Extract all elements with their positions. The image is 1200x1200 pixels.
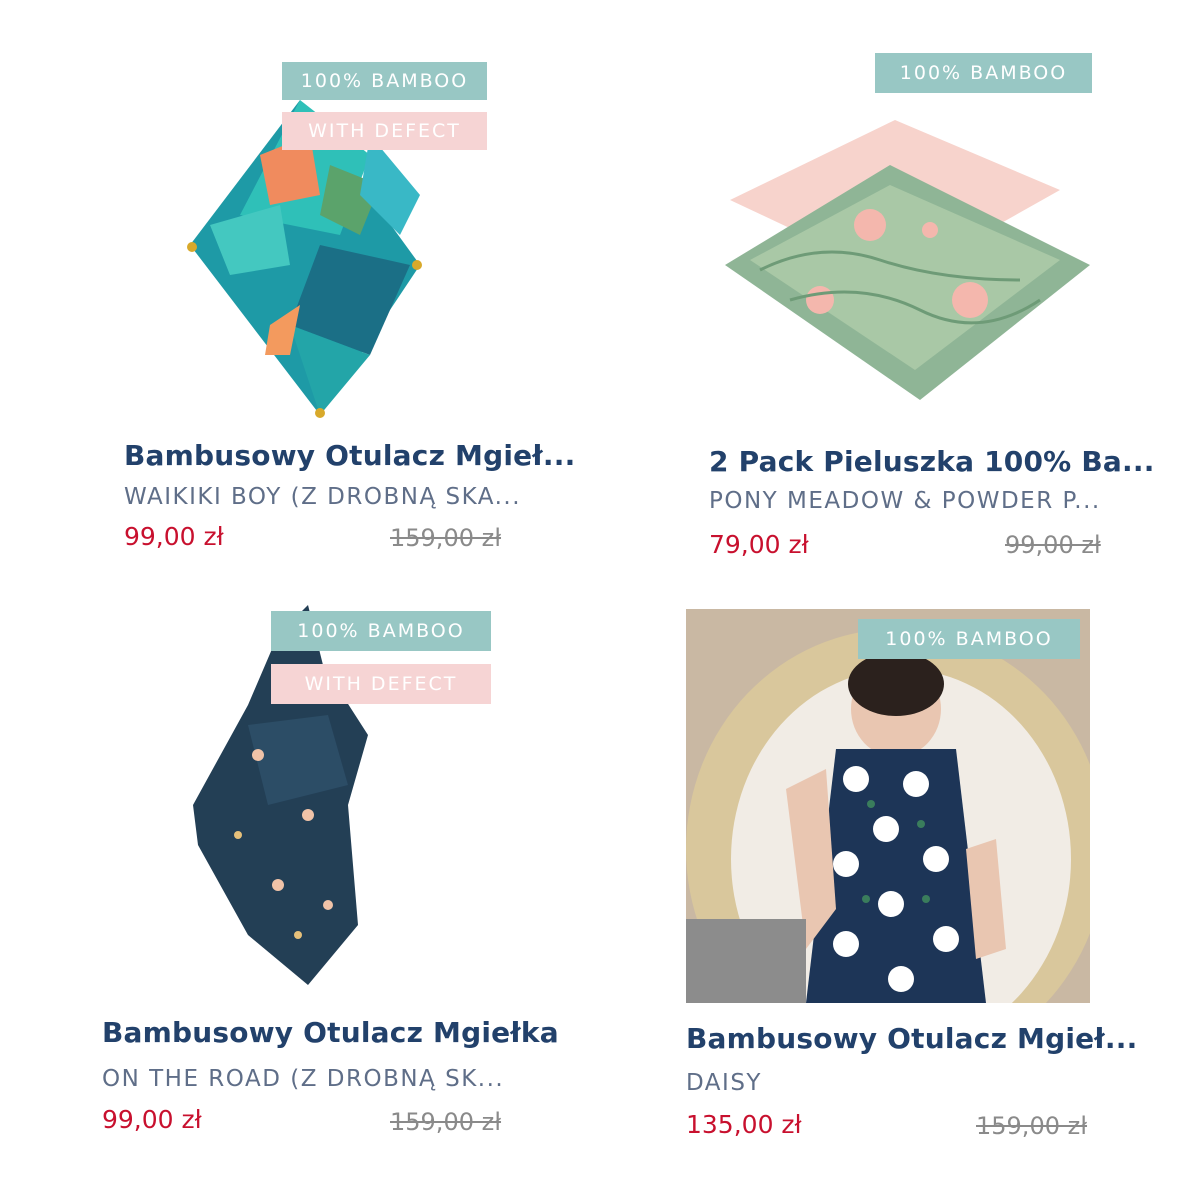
product-card-2[interactable]: 100% BAMBOO 2 Pack Pieluszka 100% Ba... …: [600, 0, 1200, 600]
badge-with-defect: WITH DEFECT: [282, 112, 487, 150]
product-price: 135,00 zł: [686, 1110, 802, 1139]
product-variant: WAIKIKI BOY (Z DROBNĄ SKA...: [124, 484, 522, 510]
product-price: 99,00 zł: [102, 1105, 202, 1134]
product-price: 99,00 zł: [124, 522, 224, 551]
product-variant: DAISY: [686, 1070, 762, 1096]
product-old-price: 159,00 zł: [390, 1108, 502, 1136]
product-image-2[interactable]: [720, 110, 1095, 410]
product-variant: PONY MEADOW & POWDER P...: [709, 488, 1101, 514]
badge-bamboo: 100% BAMBOO: [858, 619, 1080, 659]
product-card-4[interactable]: 100% BAMBOO Bambusowy Otulacz Mgieł... D…: [600, 600, 1200, 1200]
product-title[interactable]: 2 Pack Pieluszka 100% Ba...: [709, 445, 1155, 478]
badge-bamboo: 100% BAMBOO: [282, 62, 487, 100]
product-old-price: 159,00 zł: [976, 1112, 1088, 1140]
badge-bamboo: 100% BAMBOO: [875, 53, 1092, 93]
product-card-3[interactable]: 100% BAMBOO WITH DEFECT Bambusowy Otulac…: [0, 600, 600, 1200]
product-image-4[interactable]: [686, 609, 1090, 1003]
product-title[interactable]: Bambusowy Otulacz Mgiełka: [102, 1016, 559, 1049]
product-card-1[interactable]: 100% BAMBOO WITH DEFECT Bambusowy Otulac…: [0, 0, 600, 600]
product-old-price: 159,00 zł: [390, 524, 502, 552]
badge-with-defect: WITH DEFECT: [271, 664, 491, 704]
product-old-price: 99,00 zł: [1005, 531, 1101, 559]
product-title[interactable]: Bambusowy Otulacz Mgieł...: [686, 1022, 1137, 1055]
badge-bamboo: 100% BAMBOO: [271, 611, 491, 651]
product-title[interactable]: Bambusowy Otulacz Mgieł...: [124, 439, 575, 472]
product-variant: ON THE ROAD (Z DROBNĄ SK...: [102, 1066, 505, 1092]
product-price: 79,00 zł: [709, 530, 809, 559]
product-image-3[interactable]: [188, 605, 378, 990]
